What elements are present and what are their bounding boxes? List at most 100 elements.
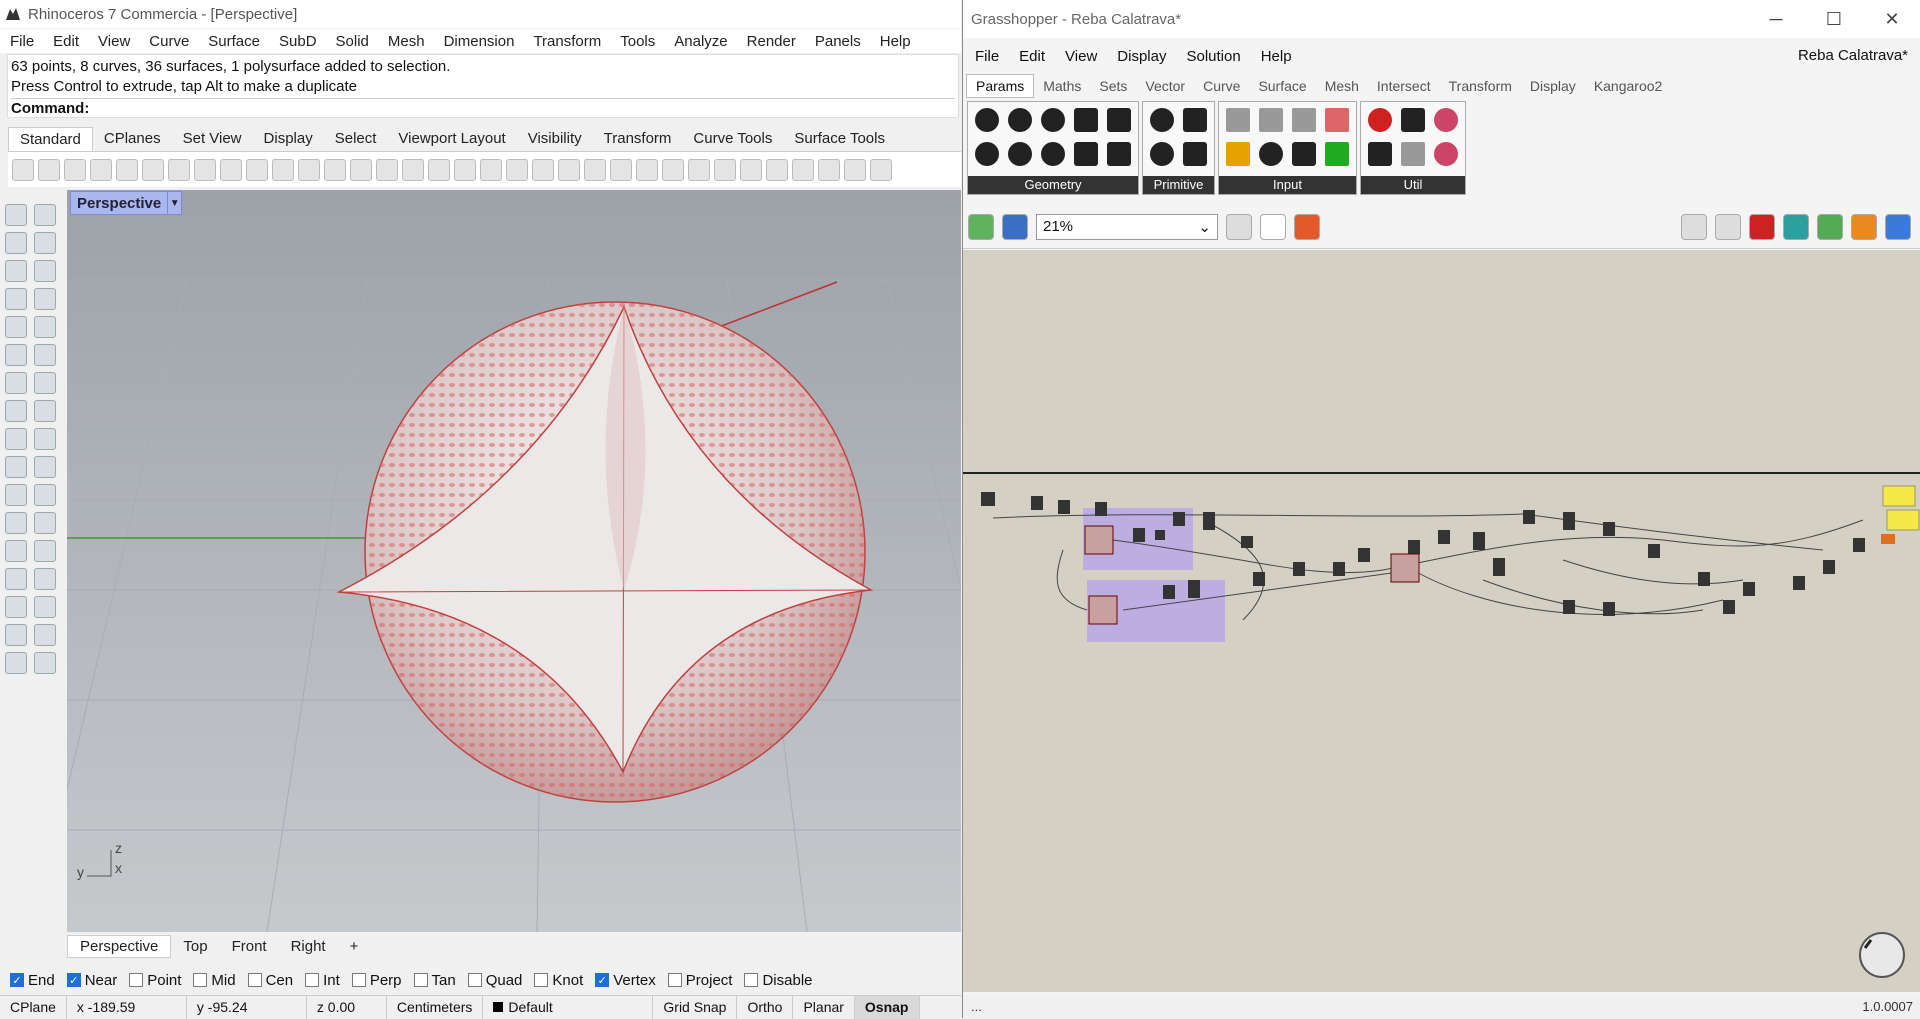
gh-menu-display[interactable]: Display — [1117, 48, 1166, 65]
tool-point-icon[interactable] — [34, 204, 56, 226]
menu-item-panels[interactable]: Panels — [815, 33, 861, 50]
open-file-icon[interactable] — [968, 213, 994, 240]
gh-tab-display[interactable]: Display — [1521, 75, 1585, 97]
status-cplane[interactable]: CPlane — [0, 995, 67, 1019]
gh-tab-kangaroo2[interactable]: Kangaroo2 — [1585, 75, 1672, 97]
button-icon[interactable] — [1255, 138, 1287, 170]
gh-tab-vector[interactable]: Vector — [1136, 75, 1194, 97]
osnap-perp[interactable]: Perp — [351, 972, 402, 989]
zoom-extents-icon[interactable] — [1226, 213, 1252, 240]
tool-render-icon[interactable] — [5, 652, 27, 674]
preview-none-icon[interactable] — [1681, 213, 1707, 240]
menu-item-edit[interactable]: Edit — [53, 33, 79, 50]
osnap-knot[interactable]: Knot — [534, 972, 583, 989]
paste-icon[interactable] — [194, 158, 216, 181]
gradient-icon[interactable] — [1222, 138, 1254, 170]
cut-icon[interactable] — [142, 158, 164, 181]
tool-box-icon[interactable] — [5, 372, 27, 394]
import-icon[interactable] — [116, 158, 138, 181]
sketch-brush-icon[interactable] — [1294, 213, 1320, 240]
canvas-navigation-widget-icon[interactable] — [1857, 930, 1907, 980]
toolbar-tab-visibility[interactable]: Visibility — [517, 127, 593, 151]
circle-param-icon[interactable] — [1004, 104, 1036, 136]
viewport-menu-dropdown-icon[interactable]: ▼ — [167, 192, 181, 214]
tool-polyline-icon[interactable] — [5, 232, 27, 254]
toolbar-tab-surface-tools[interactable]: Surface Tools — [783, 127, 896, 151]
mesh-param-icon[interactable] — [1037, 138, 1069, 170]
galapagos-icon[interactable] — [1430, 104, 1462, 136]
rotate-view-icon[interactable] — [272, 158, 294, 181]
osnap-mid[interactable]: Mid — [193, 972, 236, 989]
swatch-icon[interactable] — [1321, 104, 1353, 136]
value-list-icon[interactable] — [1288, 138, 1320, 170]
osnap-near[interactable]: ✓ Near — [66, 972, 117, 989]
viewport-tab-top[interactable]: Top — [171, 936, 219, 957]
osnap-tan[interactable]: Tan — [413, 972, 456, 989]
gh-tab-curve[interactable]: Curve — [1194, 75, 1249, 97]
tool-loft-icon[interactable] — [34, 344, 56, 366]
close-icon[interactable]: ✕ — [1863, 0, 1920, 38]
tool-light-icon[interactable] — [34, 652, 56, 674]
pixel-icon[interactable] — [1321, 138, 1353, 170]
toolbar-tab-transform[interactable]: Transform — [593, 127, 683, 151]
gh-tab-intersect[interactable]: Intersect — [1368, 75, 1440, 97]
osnap-cen[interactable]: Cen — [247, 972, 293, 989]
menu-item-file[interactable]: File — [10, 33, 34, 50]
vector-param-icon[interactable] — [971, 138, 1003, 170]
brep-param-icon[interactable] — [1103, 104, 1135, 136]
checkbox-icon[interactable]: ✓ — [595, 973, 610, 987]
viewport-tab-front[interactable]: Front — [220, 936, 279, 957]
zoom-icon[interactable] — [298, 158, 320, 181]
tool-check-icon[interactable] — [34, 624, 56, 646]
osnap-project[interactable]: Project — [667, 972, 732, 989]
checkbox-icon[interactable]: ✓ — [10, 973, 24, 987]
surface-param-icon[interactable] — [1070, 104, 1102, 136]
viewport-tab-right[interactable]: Right — [279, 936, 338, 957]
status-ortho[interactable]: Ortho — [737, 995, 794, 1019]
lock-icon[interactable] — [584, 158, 606, 181]
gh-menu-solution[interactable]: Solution — [1186, 48, 1240, 65]
toolbar-tab-display[interactable]: Display — [253, 127, 324, 151]
open-file-icon[interactable] — [38, 158, 60, 181]
menu-item-dimension[interactable]: Dimension — [444, 33, 515, 50]
zoom-window-icon[interactable] — [324, 158, 346, 181]
material-icon[interactable] — [662, 158, 684, 181]
status-osnap[interactable]: Osnap — [854, 995, 920, 1019]
tool-array-icon[interactable] — [5, 540, 27, 562]
menu-item-transform[interactable]: Transform — [533, 33, 601, 50]
tool-surface-icon[interactable] — [5, 344, 27, 366]
osnap-disable[interactable]: Disable — [744, 972, 813, 989]
checkbox-icon[interactable] — [247, 973, 262, 987]
color-icon[interactable] — [636, 158, 658, 181]
tool-cylinder-icon[interactable] — [34, 400, 56, 422]
tool-curve-icon[interactable] — [34, 232, 56, 254]
gh-canvas[interactable] — [963, 250, 1920, 992]
tool-trim-icon[interactable] — [5, 512, 27, 534]
menu-item-subd[interactable]: SubD — [279, 33, 317, 50]
menu-item-surface[interactable]: Surface — [208, 33, 260, 50]
tool-analyze-icon[interactable] — [5, 624, 27, 646]
gh-menu-edit[interactable]: Edit — [1019, 48, 1045, 65]
tool-solid-icon[interactable] — [5, 428, 27, 450]
import-icon[interactable] — [1222, 104, 1254, 136]
curve-param-icon[interactable] — [1037, 104, 1069, 136]
command-area[interactable]: 63 points, 8 curves, 36 surfaces, 1 poly… — [7, 54, 959, 118]
tool-split-icon[interactable] — [34, 512, 56, 534]
status-layer[interactable]: Default — [483, 995, 654, 1019]
copy-icon[interactable] — [168, 158, 190, 181]
menu-item-view[interactable]: View — [98, 33, 130, 50]
tool-edit-icon[interactable] — [34, 456, 56, 478]
arrow-outline-icon[interactable] — [1397, 138, 1429, 170]
zoom-extents-icon[interactable] — [350, 158, 372, 181]
tool-polygon-icon[interactable] — [5, 288, 27, 310]
checkbox-icon[interactable] — [467, 973, 482, 987]
arrow-right-icon[interactable] — [1397, 104, 1429, 136]
text-param-icon[interactable] — [1179, 138, 1211, 170]
gh-menu-view[interactable]: View — [1065, 48, 1097, 65]
save-file-icon[interactable] — [1002, 213, 1028, 240]
selected-only-icon[interactable] — [1783, 213, 1809, 240]
integer-param-icon[interactable] — [1146, 138, 1178, 170]
tool-mirror-icon[interactable] — [34, 568, 56, 590]
toolbar-tab-viewport-layout[interactable]: Viewport Layout — [387, 127, 516, 151]
properties-icon[interactable] — [818, 158, 840, 181]
